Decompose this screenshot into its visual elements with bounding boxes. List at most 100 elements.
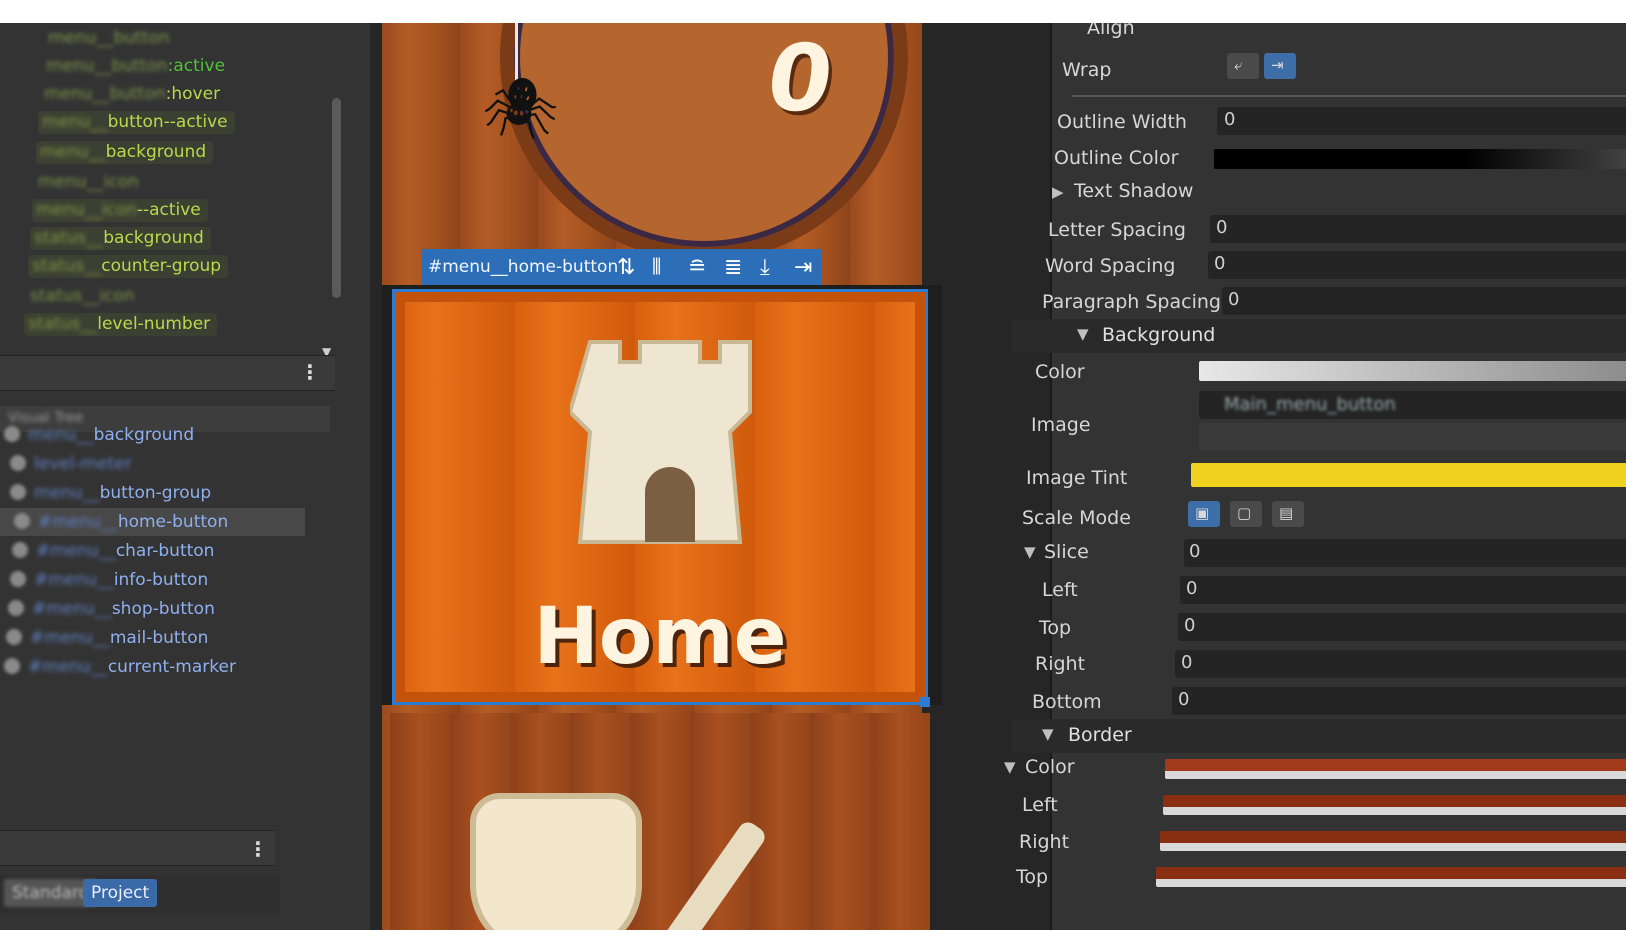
paragraph-spacing-field[interactable] — [1222, 287, 1626, 315]
align-middle-icon[interactable]: ≘ — [688, 255, 706, 280]
collapse-icon[interactable]: ▼ — [1024, 543, 1036, 561]
selector-item-label: button--active — [107, 112, 228, 132]
hierarchy-item-label: shop-button — [111, 599, 215, 619]
tab-project[interactable]: Project — [83, 879, 158, 907]
collapse-icon[interactable]: ▼ — [1004, 758, 1016, 776]
selector-list: menu__button menu__button:active menu__but… — [0, 23, 345, 341]
slice-value: 0 — [1189, 541, 1201, 562]
viewport-canvas[interactable]: 0 🕷 #menu__home-button ⇅ ⫴ ≘ ≣ ⤓ ⇥ Home — [370, 23, 1050, 930]
selector-item-label: --active — [136, 200, 201, 220]
collapse-icon: ▼ — [1077, 325, 1089, 343]
slice-right-value: 0 — [1181, 652, 1193, 673]
hierarchy-item[interactable]: menu__button-group — [0, 479, 305, 507]
selector-item[interactable]: menu__icon — [34, 171, 146, 194]
wrap-on-button[interactable]: ⤶ — [1227, 53, 1259, 79]
selector-item[interactable]: status__counter-group — [28, 255, 229, 278]
stretch-icon[interactable]: ⇥ — [794, 255, 812, 280]
no-wrap-icon: ⇥ — [1271, 56, 1284, 74]
hierarchy-item[interactable]: #menu__current-marker — [0, 653, 305, 681]
resize-handle[interactable] — [920, 697, 930, 707]
more-options-icon[interactable]: ⋮ — [248, 839, 268, 859]
align-center-icon[interactable]: ⫴ — [652, 255, 661, 280]
expand-icon[interactable]: ▶ — [1052, 183, 1064, 201]
scale-stretch-button[interactable]: ▣ — [1188, 501, 1220, 527]
outline-color-swatch[interactable] — [1214, 149, 1626, 169]
hierarchy-item-prefix: #menu__ — [38, 512, 118, 532]
more-options-icon[interactable]: ⋮ — [300, 362, 320, 382]
hierarchy-item[interactable]: #menu__info-button — [0, 566, 305, 594]
letter-spacing-value: 0 — [1216, 217, 1228, 238]
hierarchy-item-prefix: menu__ — [34, 483, 100, 503]
selector-item-prefix: status__icon — [30, 286, 135, 306]
text-shadow-label[interactable]: Text Shadow — [1074, 180, 1193, 202]
slice-right-field[interactable] — [1175, 650, 1626, 678]
collapse-icon: ▼ — [1042, 725, 1054, 743]
border-color-swatch[interactable] — [1165, 759, 1626, 779]
selected-element-name: #menu__home-button — [428, 257, 619, 277]
border-top-label: Top — [1016, 866, 1049, 888]
slice-label: Slice — [1044, 541, 1089, 563]
sort-icon[interactable]: ⇅ — [617, 255, 635, 280]
hierarchy-item-label: button-group — [99, 483, 212, 503]
wrap-off-button[interactable]: ⇥ — [1264, 53, 1296, 79]
slice-left-field[interactable] — [1180, 576, 1626, 604]
hierarchy-item-prefix: #menu__ — [28, 657, 108, 677]
selector-item[interactable]: menu__icon--active — [32, 199, 208, 222]
selector-item[interactable]: status__background — [30, 227, 211, 250]
wrap-label: Wrap — [1062, 59, 1112, 81]
outline-width-field[interactable] — [1217, 107, 1626, 135]
border-right-swatch[interactable] — [1160, 831, 1626, 851]
hierarchy-item[interactable]: #menu__char-button — [0, 537, 305, 565]
home-button[interactable]: Home — [382, 285, 942, 707]
element-icon — [4, 426, 20, 442]
border-top-swatch[interactable] — [1156, 867, 1626, 887]
image-tint-swatch[interactable] — [1191, 463, 1626, 487]
hierarchy-item[interactable]: #menu__home-button — [0, 508, 305, 536]
background-section-header[interactable]: ▼ Background — [1012, 319, 1626, 353]
paragraph-spacing-value: 0 — [1228, 289, 1240, 310]
hierarchy-item[interactable]: #menu__mail-button — [0, 624, 305, 652]
element-icon — [6, 629, 22, 645]
element-icon — [10, 455, 26, 471]
hierarchy-item[interactable]: menu__background — [0, 421, 305, 449]
scale-fit-button[interactable]: ▢ — [1230, 501, 1262, 527]
selector-item[interactable]: menu__background — [36, 141, 214, 164]
selector-scrollbar[interactable] — [332, 98, 341, 298]
align-bottom-icon[interactable]: ⤓ — [760, 255, 770, 280]
image-tint-label: Image Tint — [1026, 467, 1128, 489]
crop-icon: ▤ — [1279, 504, 1294, 522]
image-value: Main_menu_button — [1224, 394, 1396, 415]
selector-item[interactable]: status__icon — [26, 285, 141, 308]
slice-field[interactable] — [1184, 539, 1626, 567]
outline-width-value: 0 — [1224, 109, 1236, 130]
border-section-header[interactable]: ▼ Border — [1012, 719, 1626, 753]
justify-icon[interactable]: ≣ — [724, 255, 742, 280]
selector-item-prefix: menu__icon — [38, 172, 139, 192]
hierarchy-item-label: info-button — [113, 570, 209, 590]
slice-bottom-field[interactable] — [1172, 687, 1626, 715]
selector-item[interactable]: menu__button:active — [42, 55, 232, 78]
selector-item[interactable]: status__level-number — [24, 313, 218, 336]
hierarchy-item[interactable]: level-meter — [0, 450, 305, 478]
selector-item[interactable]: menu__button — [44, 27, 177, 50]
element-icon — [12, 542, 28, 558]
background-section-label: Background — [1102, 324, 1216, 346]
hierarchy-item-prefix: #menu__ — [30, 628, 110, 648]
border-left-swatch[interactable] — [1163, 795, 1626, 815]
image-select-button[interactable] — [1199, 423, 1626, 451]
element-icon — [14, 513, 30, 529]
home-button-frame: Home — [392, 289, 928, 705]
slice-top-value: 0 — [1184, 615, 1196, 636]
scale-crop-button[interactable]: ▤ — [1272, 501, 1304, 527]
selector-item-label: background — [105, 142, 207, 162]
selector-item[interactable]: menu__button:hover — [40, 83, 227, 106]
letter-spacing-field[interactable] — [1210, 215, 1626, 243]
editor-window: menu__button menu__button:active menu__but… — [0, 23, 1626, 930]
hierarchy-item[interactable]: #menu__shop-button — [0, 595, 305, 623]
element-icon — [10, 484, 26, 500]
slice-top-field[interactable] — [1178, 613, 1626, 641]
library-tabs: Standard Project — [0, 875, 280, 915]
bg-color-swatch[interactable] — [1199, 361, 1626, 381]
word-spacing-field[interactable] — [1208, 251, 1626, 279]
selector-item[interactable]: menu__button--active — [38, 111, 235, 134]
